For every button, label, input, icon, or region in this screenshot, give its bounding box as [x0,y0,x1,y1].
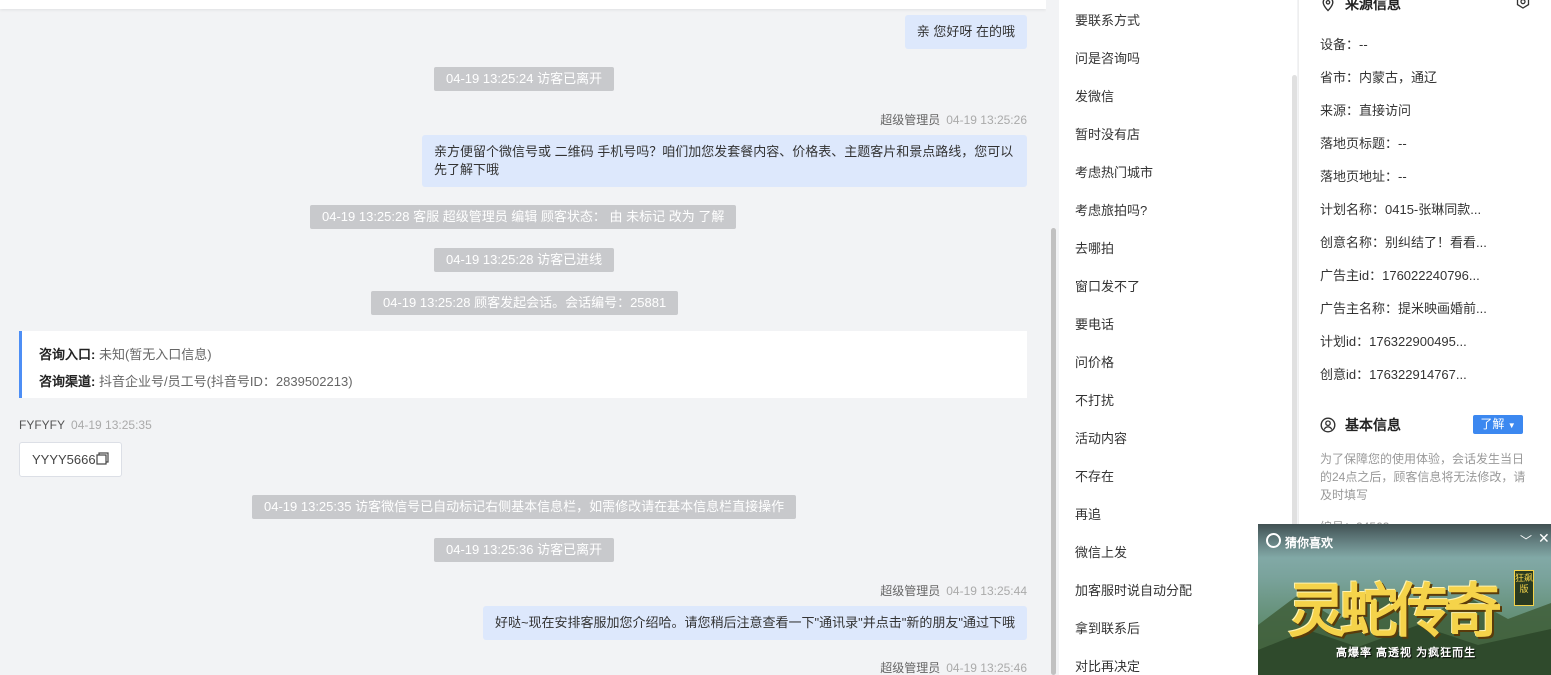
quick-reply-item[interactable]: 考虑热门城市 [1075,162,1153,181]
sender-name: 超级管理员 [880,584,941,598]
message-time: 04-19 13:25:46 [946,661,1027,675]
caret-down-icon: ▼ [1507,421,1516,430]
quick-reply-item[interactable]: 再追 [1075,504,1101,523]
info-row-landing-title: 落地页标题：-- [1320,136,1407,151]
info-row-device: 设备：-- [1320,37,1368,52]
chat-scrollbar-thumb[interactable] [1051,228,1056,675]
info-notice: 为了保障您的使用体验，会话发生当日的24点之后，顾客信息将无法修改，请及时填写 [1320,452,1526,502]
consult-info-card: 咨询入口: 未知(暂无入口信息) 咨询渠道: 抖音企业号/员工号(抖音号ID：2… [19,331,1027,398]
chat-panel: 亲 您好呀 在的哦 04-19 13:25:24 访客已离开 超级管理员 04-1… [0,0,1046,675]
agent-message-bubble: 亲方便留个微信号或 二维码 手机号吗？咱们加您发套餐内容、价格表、主题客片和景点… [422,135,1027,187]
ad-subtitle: 高爆率 高透视 为疯狂而生 [1336,647,1477,659]
message-meta: 超级管理员 04-19 13:25:46 [880,659,1027,675]
ad-edition-badge: 狂飙版 [1514,570,1534,606]
customer-status-label: 了解 [1480,417,1505,431]
message-meta: 超级管理员 04-19 13:25:44 [880,582,1027,599]
basic-info-title: 基本信息 [1345,417,1401,433]
ad-game-title: 灵蛇传奇 [1288,577,1502,645]
quick-reply-item[interactable]: 加客服时说自动分配 [1075,580,1192,599]
quick-reply-item[interactable]: 窗口发不了 [1075,276,1140,295]
system-notice: 04-19 13:25:28 客服 超级管理员 编辑 顾客状态： 由 未标记 改… [310,205,737,229]
info-row-source: 来源：直接访问 [1320,103,1412,118]
system-notice: 04-19 13:25:24 访客已离开 [434,67,615,91]
customer-status-dropdown[interactable]: 了解 ▼ [1473,415,1523,434]
message-text: YYYY5666 [32,452,96,467]
sender-name: 超级管理员 [880,661,941,675]
sender-name: 超级管理员 [880,113,941,127]
system-notice: 04-19 13:25:35 访客微信号已自动标记右侧基本信息栏，如需修改请在基… [252,495,797,519]
message-time: 04-19 13:25:35 [71,418,152,432]
location-pin-icon [1320,0,1336,12]
visitor-meta: FYFYFY 04-19 13:25:35 [19,418,152,432]
system-notice: 04-19 13:25:28 顾客发起会话。会话编号：25881 [371,291,679,315]
system-notice: 04-19 13:25:36 访客已离开 [434,538,615,562]
chevron-down-icon[interactable]: ﹀ [1520,532,1532,549]
info-row-plan-name: 计划名称：0415-张琳同款... [1320,202,1482,217]
quick-reply-item[interactable]: 去哪拍 [1075,238,1114,257]
agent-message-bubble: 亲 您好呀 在的哦 [904,15,1027,49]
consult-entry-label: 咨询入口: [39,347,96,362]
system-notice: 04-19 13:25:28 访客已进线 [434,248,615,272]
message-time: 04-19 13:25:44 [946,584,1027,598]
quick-reply-item[interactable]: 拿到联系后 [1075,618,1140,637]
message-meta: 超级管理员 04-19 13:25:26 [880,111,1027,128]
message-time: 04-19 13:25:26 [946,113,1027,127]
message-text: 好哒~现在安排客服加您介绍哈。请您稍后注意查看一下"通讯录"并点击"新的朋友"通… [494,615,1015,630]
user-icon [1320,417,1336,433]
basic-info-header: 基本信息 [1320,415,1401,435]
quick-reply-item[interactable]: 不打扰 [1075,390,1114,409]
close-icon[interactable]: ✕ [1538,530,1550,547]
source-info-header: 来源信息 [1320,0,1401,14]
recommend-ad-popup[interactable]: 猜你喜欢 ﹀ ✕ 灵蛇传奇 狂飙版 高爆率 高透视 为疯狂而生 [1258,524,1551,675]
copy-icon[interactable] [96,444,109,477]
quick-reply-item[interactable]: 问价格 [1075,352,1114,371]
info-row-plan-id: 计划id：176322900495... [1320,334,1467,349]
quick-reply-item[interactable]: 考虑旅拍吗? [1075,200,1147,219]
quick-reply-item[interactable]: 暂时没有店 [1075,124,1140,143]
source-info-title: 来源信息 [1345,0,1401,12]
consult-channel-label: 咨询渠道: [39,374,96,389]
quick-reply-item[interactable]: 问是咨询吗 [1075,48,1140,67]
ad-label: 猜你喜欢 [1285,536,1334,550]
info-row-creative-name: 创意名称：别纠结了！看看... [1320,235,1487,250]
ad-logo-icon [1266,533,1281,548]
info-row-landing-url: 落地页地址：-- [1320,169,1407,184]
quick-reply-item[interactable]: 发微信 [1075,86,1114,105]
quick-reply-item[interactable]: 微信上发 [1075,542,1127,561]
message-text: 亲方便留个微信号或 二维码 手机号吗？咱们加您发套餐内容、价格表、主题客片和景点… [434,144,1014,177]
quick-reply-item[interactable]: 对比再决定 [1075,656,1140,675]
consult-entry-value: 未知(暂无入口信息) [98,347,212,362]
quick-reply-item[interactable]: 不存在 [1075,466,1114,485]
info-row-advertiser-id: 广告主id：176022240796... [1320,268,1480,283]
consult-channel-value: 抖音企业号/员工号(抖音号ID：2839502213) [98,374,353,389]
consult-channel-row: 咨询渠道: 抖音企业号/员工号(抖音号ID：2839502213) [39,368,1010,395]
consult-entry-row: 咨询入口: 未知(暂无入口信息) [39,341,1010,368]
visitor-message-bubble: YYYY5666 [19,442,122,477]
message-text: 亲 您好呀 在的哦 [916,24,1015,39]
settings-icon[interactable] [1515,0,1531,10]
chat-header [0,0,1046,9]
info-row-advertiser-name: 广告主名称：提米映画婚前... [1320,301,1487,316]
info-row-region: 省市：内蒙古，通辽 [1320,70,1438,85]
visitor-name: FYFYFY [19,418,66,432]
quick-reply-item[interactable]: 要联系方式 [1075,10,1140,29]
quick-reply-item[interactable]: 要电话 [1075,314,1114,333]
quick-reply-item[interactable]: 活动内容 [1075,428,1127,447]
info-row-creative-id: 创意id：176322914767... [1320,367,1467,382]
agent-message-bubble: 好哒~现在安排客服加您介绍哈。请您稍后注意查看一下"通讯录"并点击"新的朋友"通… [482,606,1027,640]
